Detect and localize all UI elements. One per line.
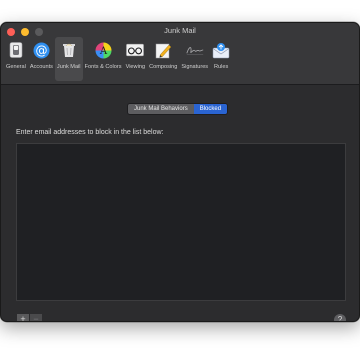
tab-label: Signatures	[181, 64, 209, 70]
window-title: Junk Mail	[164, 26, 196, 35]
preferences-toolbar: General @ Accounts Junk Mail A Fonts & C…	[4, 37, 232, 83]
tab-label: Accounts	[29, 64, 53, 70]
tab-accounts[interactable]: @ Accounts	[28, 37, 55, 81]
tab-viewing[interactable]: Viewing	[124, 37, 148, 81]
switch-icon	[7, 41, 25, 59]
tab-general[interactable]: General	[4, 37, 28, 81]
titlebar: Junk Mail General @ Accounts Junk Mail A…	[1, 23, 359, 85]
tab-label: Fonts & Colors	[84, 64, 122, 70]
tab-fonts-colors[interactable]: A Fonts & Colors	[83, 37, 124, 81]
tab-label: Composing	[149, 64, 178, 70]
add-address-button[interactable]: +	[17, 314, 29, 321]
tab-composing[interactable]: Composing	[147, 37, 179, 81]
block-list-instructions: Enter email addresses to block in the li…	[16, 129, 164, 136]
envelope-badge-icon	[212, 41, 230, 59]
segment-junk-mail-behaviors[interactable]: Junk Mail Behaviors	[128, 104, 194, 114]
color-wheel-icon: A	[94, 41, 112, 59]
svg-text:@: @	[35, 43, 47, 57]
junk-mail-segmented-control: Junk Mail Behaviors Blocked	[127, 103, 229, 115]
help-button[interactable]: ?	[334, 314, 346, 321]
blocked-addresses-list[interactable]	[16, 143, 346, 301]
tab-label: Rules	[213, 64, 229, 70]
remove-address-button[interactable]: −	[30, 314, 42, 321]
signature-icon	[186, 41, 204, 59]
tab-label: Junk Mail	[56, 64, 81, 70]
svg-text:A: A	[98, 46, 107, 57]
preferences-window: Junk Mail General @ Accounts Junk Mail A…	[0, 22, 360, 322]
trash-icon	[60, 41, 78, 59]
tab-junk-mail[interactable]: Junk Mail	[54, 37, 83, 81]
tab-label: Viewing	[125, 64, 146, 70]
at-icon: @	[32, 41, 50, 59]
tab-signatures[interactable]: Signatures	[179, 37, 210, 81]
glasses-icon	[126, 41, 145, 59]
pencil-icon	[154, 41, 172, 59]
list-edit-buttons: + −	[17, 314, 42, 321]
tab-label: General	[6, 64, 26, 70]
segment-blocked[interactable]: Blocked	[193, 104, 228, 114]
tab-rules[interactable]: Rules	[210, 37, 232, 81]
